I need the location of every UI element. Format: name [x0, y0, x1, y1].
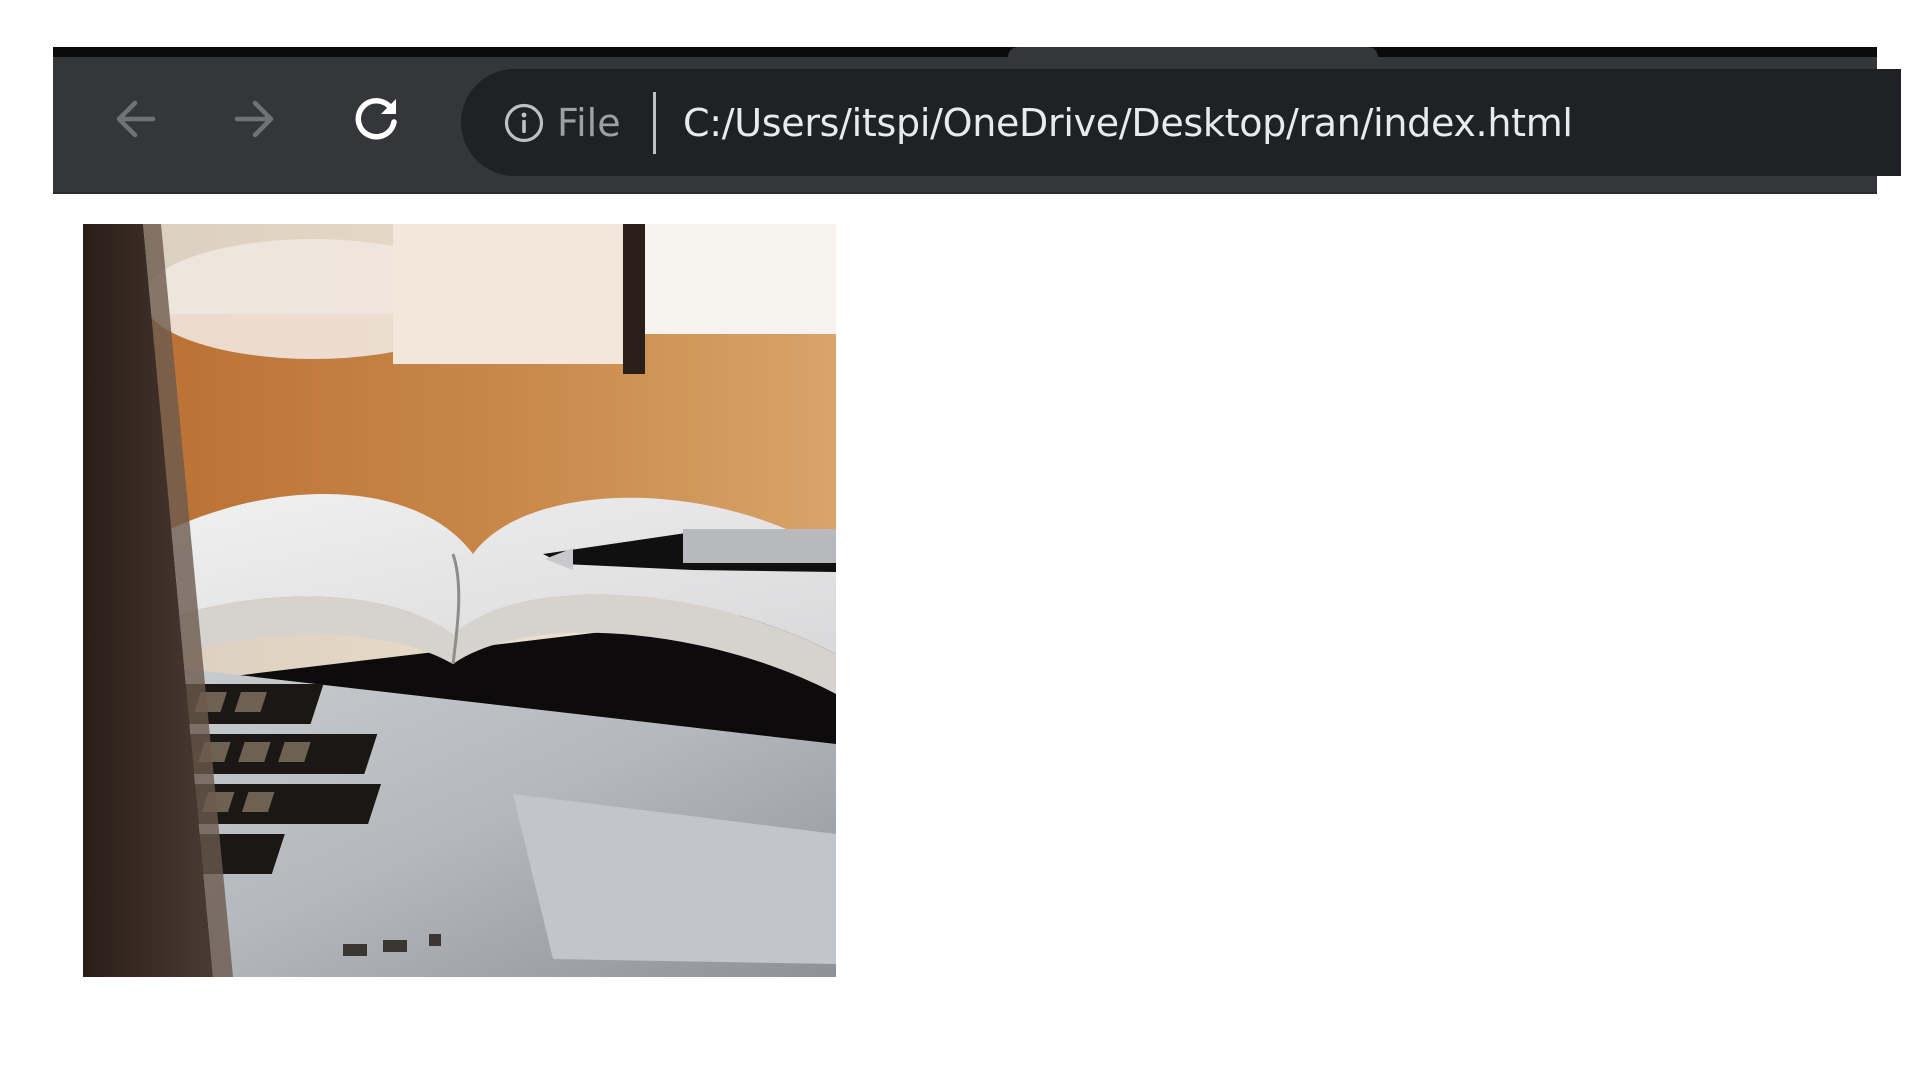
arrow-left-icon: [116, 100, 156, 138]
reload-icon: [355, 98, 397, 140]
browser-toolbar: File C:/Users/itspi/OneDrive/Desktop/ran…: [53, 57, 1901, 194]
active-tab[interactable]: [1008, 47, 1378, 57]
back-button[interactable]: [107, 91, 163, 147]
info-icon[interactable]: [503, 102, 545, 144]
omnibox-divider: [653, 92, 656, 154]
reload-button[interactable]: [349, 91, 405, 147]
arrow-right-icon: [234, 100, 274, 138]
forward-button[interactable]: [227, 91, 283, 147]
browser-window-chrome: File C:/Users/itspi/OneDrive/Desktop/ran…: [53, 47, 1901, 194]
scheme-label: File: [557, 101, 621, 145]
page-content: [53, 194, 1877, 1080]
url-text[interactable]: C:/Users/itspi/OneDrive/Desktop/ran/inde…: [683, 91, 1573, 155]
laptop-notebook-pen-photo: [83, 224, 836, 977]
address-bar[interactable]: File C:/Users/itspi/OneDrive/Desktop/ran…: [461, 69, 1901, 176]
tab-strip: [53, 47, 1877, 57]
